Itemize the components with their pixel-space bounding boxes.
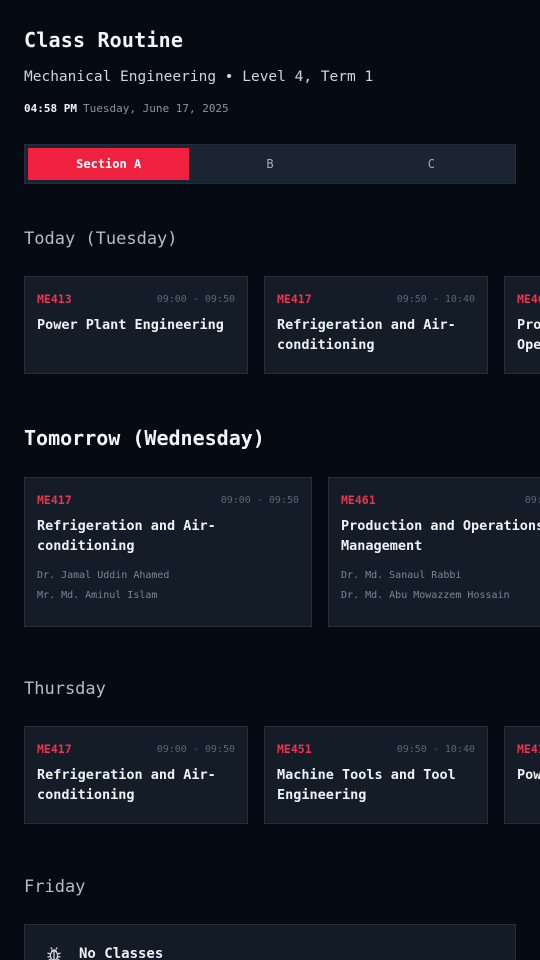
page-title: Class Routine xyxy=(24,28,184,52)
program-subtitle: Mechanical Engineering • Level 4, Term 1 xyxy=(24,69,374,85)
teacher-name: Dr. Jamal Uddin Ahamed xyxy=(37,570,170,581)
thursday-class-row[interactable]: ME417 09:00 - 09:50 Refrigeration and Air… xyxy=(24,726,540,824)
class-card[interactable]: ME417 09:50 - 10:40 Refrigeration and Air… xyxy=(264,276,488,374)
course-name: Power Plant Engineering xyxy=(37,317,224,333)
course-code: ME417 xyxy=(37,493,72,507)
teacher-list: Dr. Md. Sanaul Rabbi Dr. Md. Abu Mowazze… xyxy=(341,566,540,606)
class-card[interactable]: ME461 Production and Operations Manageme… xyxy=(504,276,540,374)
current-time: 04:58 PM xyxy=(24,102,77,115)
day-heading-today: Today (Tuesday) xyxy=(24,229,178,249)
no-classes-card: No Classes xyxy=(24,924,516,960)
class-time: 09:50 - 10:40 xyxy=(524,494,540,506)
class-time: 09:50 - 10:40 xyxy=(396,743,475,755)
course-code: ME451 xyxy=(277,742,312,756)
teacher-list: Dr. Jamal Uddin Ahamed Mr. Md. Aminul Is… xyxy=(37,566,299,606)
course-code: ME461 xyxy=(517,292,540,306)
class-card[interactable]: ME413 Power Plant Engineering xyxy=(504,726,540,824)
tab-section-c[interactable]: C xyxy=(351,148,512,180)
day-heading-friday: Friday xyxy=(24,877,86,897)
course-code: ME413 xyxy=(517,742,540,756)
class-time: 09:00 - 09:50 xyxy=(220,494,299,506)
course-name: Production and Operations Management xyxy=(517,317,540,353)
course-name: Production and Operations Management xyxy=(341,518,540,554)
current-datetime: 04:58 PM Tuesday, June 17, 2025 xyxy=(24,102,229,115)
class-card[interactable]: ME451 09:50 - 10:40 Machine Tools and Too… xyxy=(264,726,488,824)
class-time: 09:50 - 10:40 xyxy=(396,293,475,305)
class-time: 09:00 - 09:50 xyxy=(156,743,235,755)
course-name: Refrigeration and Air-conditioning xyxy=(37,518,216,554)
course-code: ME461 xyxy=(341,493,376,507)
bug-icon xyxy=(45,945,63,960)
course-name: Refrigeration and Air-conditioning xyxy=(37,767,216,803)
no-classes-text: No Classes xyxy=(79,946,164,960)
class-routine-page: Class Routine Mechanical Engineering • L… xyxy=(0,0,540,960)
tab-section-a[interactable]: Section A xyxy=(28,148,190,180)
tomorrow-class-row[interactable]: ME417 09:00 - 09:50 Refrigeration and Air… xyxy=(24,477,540,627)
tab-section-b[interactable]: B xyxy=(189,148,350,180)
class-card[interactable]: ME417 09:00 - 09:50 Refrigeration and Air… xyxy=(24,726,248,824)
teacher-name: Dr. Md. Sanaul Rabbi xyxy=(341,570,462,581)
course-name: Machine Tools and Tool Engineering xyxy=(277,767,456,803)
course-code: ME417 xyxy=(37,742,72,756)
course-name: Power Plant Engineering xyxy=(517,767,540,783)
class-card[interactable]: ME417 09:00 - 09:50 Refrigeration and Air… xyxy=(24,477,312,627)
day-heading-thursday: Thursday xyxy=(24,679,106,699)
current-date: Tuesday, June 17, 2025 xyxy=(82,102,229,115)
course-code: ME413 xyxy=(37,292,72,306)
section-selector: Section A B C xyxy=(24,144,516,184)
today-class-row[interactable]: ME413 09:00 - 09:50 Power Plant Engineeri… xyxy=(24,276,540,374)
course-code: ME417 xyxy=(277,292,312,306)
class-card[interactable]: ME461 09:50 - 10:40 Production and Operat… xyxy=(328,477,540,627)
day-heading-tomorrow: Tomorrow (Wednesday) xyxy=(24,426,265,450)
class-time: 09:00 - 09:50 xyxy=(156,293,235,305)
class-card[interactable]: ME413 09:00 - 09:50 Power Plant Engineeri… xyxy=(24,276,248,374)
teacher-name: Mr. Md. Aminul Islam xyxy=(37,590,158,601)
course-name: Refrigeration and Air-conditioning xyxy=(277,317,456,353)
teacher-name: Dr. Md. Abu Mowazzem Hossain xyxy=(341,590,510,601)
